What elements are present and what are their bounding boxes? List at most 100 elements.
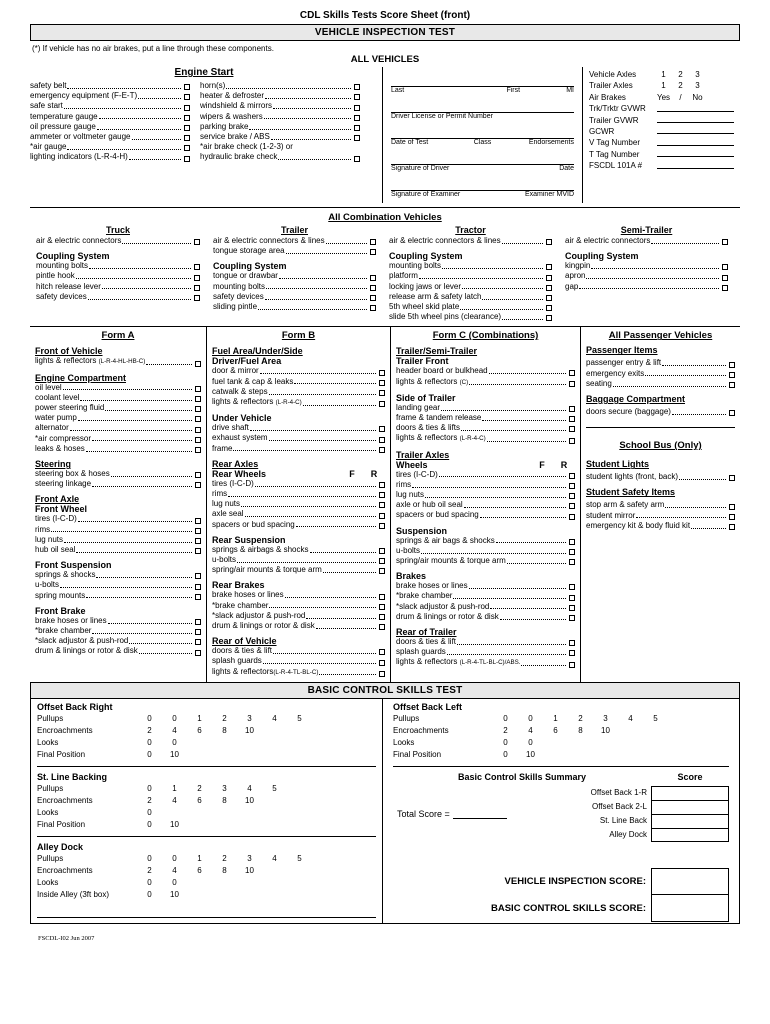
inspection-checkbox[interactable] [195,436,201,443]
score-option[interactable]: 10 [237,725,262,737]
score-option[interactable]: 2 [212,713,237,725]
inspection-checkbox[interactable] [729,382,735,389]
score-option[interactable]: 0 [518,737,543,749]
inspection-checkbox[interactable] [569,406,575,413]
inspection-checkbox[interactable] [546,274,552,281]
inspection-checkbox[interactable] [195,639,201,646]
score-option[interactable]: 3 [212,783,237,795]
vehicle-info-option[interactable]: 2 [672,69,689,80]
summary-score-box[interactable] [651,813,729,828]
inspection-checkbox[interactable] [569,513,575,520]
inspection-checkbox[interactable] [379,659,385,666]
vehicle-info-option[interactable]: 1 [655,69,672,80]
score-option[interactable]: 0 [493,713,518,725]
score-option[interactable]: 2 [137,865,162,877]
inspection-checkbox[interactable] [546,305,552,312]
inspection-checkbox[interactable] [379,369,385,376]
inspection-checkbox[interactable] [184,145,190,152]
inspection-checkbox[interactable] [546,264,552,271]
inspection-checkbox[interactable] [195,649,201,656]
score-option[interactable]: 4 [237,783,262,795]
inspection-checkbox[interactable] [729,410,735,417]
inspection-checkbox[interactable] [379,426,385,433]
inspection-checkbox[interactable] [569,503,575,510]
score-option[interactable]: 4 [262,713,287,725]
inspection-checkbox[interactable] [379,603,385,610]
inspection-checkbox[interactable] [569,426,575,433]
license-input[interactable] [391,99,574,113]
score-option[interactable]: 8 [212,795,237,807]
score-option[interactable]: 0 [518,713,543,725]
inspection-checkbox[interactable] [569,538,575,545]
score-option[interactable]: 2 [137,725,162,737]
score-option[interactable]: 0 [162,877,187,889]
inspection-checkbox[interactable] [569,369,575,376]
inspection-checkbox[interactable] [194,295,200,302]
score-option[interactable]: 4 [162,725,187,737]
inspection-checkbox[interactable] [354,155,360,162]
inspection-checkbox[interactable] [569,604,575,611]
inspection-checkbox[interactable] [194,274,200,281]
inspection-checkbox[interactable] [195,517,201,524]
inspection-checkbox[interactable] [195,385,201,392]
inspection-checkbox[interactable] [354,114,360,121]
score-option[interactable]: 0 [137,807,162,819]
inspection-checkbox[interactable] [195,593,201,600]
inspection-checkbox[interactable] [379,401,385,408]
score-option[interactable]: 4 [518,725,543,737]
inspection-checkbox[interactable] [569,380,575,387]
vehicle-info-option[interactable]: No [689,92,706,103]
inspection-checkbox[interactable] [379,446,385,453]
score-option[interactable]: 0 [137,853,162,865]
inspection-checkbox[interactable] [379,482,385,489]
inspection-checkbox[interactable] [729,503,735,510]
score-option[interactable]: 1 [162,783,187,795]
inspection-checkbox[interactable] [370,284,376,291]
vehicle-info-option[interactable]: 3 [689,80,706,91]
inspection-checkbox[interactable] [569,416,575,423]
vehicle-info-option[interactable]: 1 [655,80,672,91]
inspection-checkbox[interactable] [379,568,385,575]
inspection-checkbox[interactable] [722,284,728,291]
score-option[interactable]: 6 [187,725,212,737]
score-option[interactable]: 6 [187,795,212,807]
score-option[interactable]: 0 [162,737,187,749]
vehicle-info-input[interactable] [657,149,734,158]
inspection-checkbox[interactable] [195,406,201,413]
vehicle-info-option[interactable]: Yes [655,92,672,103]
inspection-checkbox[interactable] [379,670,385,677]
inspection-checkbox[interactable] [195,396,201,403]
inspection-checkbox[interactable] [722,264,728,271]
score-option[interactable]: 5 [287,713,312,725]
inspection-checkbox[interactable] [729,524,735,531]
inspection-checkbox[interactable] [722,274,728,281]
inspection-checkbox[interactable] [184,114,190,121]
score-option[interactable]: 0 [162,853,187,865]
inspection-checkbox[interactable] [379,649,385,656]
score-option[interactable]: 6 [543,725,568,737]
inspection-checkbox[interactable] [354,104,360,111]
total-score-input[interactable] [452,809,507,819]
inspection-checkbox[interactable] [379,614,385,621]
score-option[interactable]: 8 [568,725,593,737]
inspection-checkbox[interactable] [569,615,575,622]
inspection-checkbox[interactable] [370,249,376,256]
score-option[interactable]: 10 [518,749,543,761]
inspection-checkbox[interactable] [379,390,385,397]
inspection-checkbox[interactable] [722,239,728,246]
inspection-checkbox[interactable] [194,264,200,271]
inspection-checkbox[interactable] [569,493,575,500]
score-option[interactable]: 0 [137,749,162,761]
inspection-checkbox[interactable] [569,437,575,444]
score-option[interactable]: 10 [237,865,262,877]
score-option[interactable]: 2 [493,725,518,737]
score-option[interactable]: 4 [162,795,187,807]
inspection-checkbox[interactable] [379,624,385,631]
summary-score-box[interactable] [651,785,729,800]
inspection-checkbox[interactable] [184,94,190,101]
inspection-checkbox[interactable] [569,472,575,479]
inspection-checkbox[interactable] [184,125,190,132]
inspection-checkbox[interactable] [370,239,376,246]
inspection-checkbox[interactable] [184,155,190,162]
score-option[interactable]: 0 [137,877,162,889]
